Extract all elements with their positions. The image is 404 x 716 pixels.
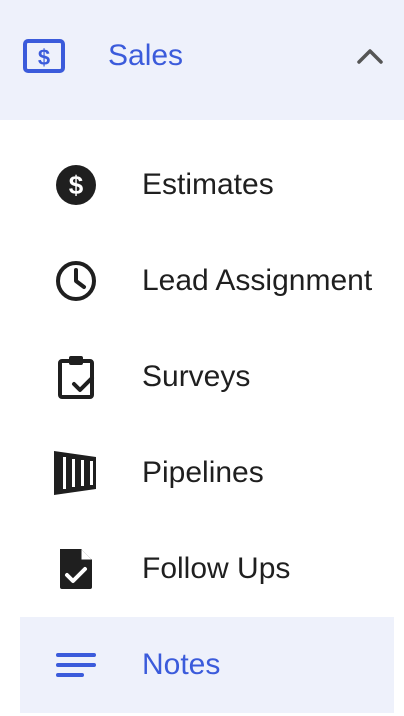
sidebar-item-label: Pipelines (142, 456, 264, 489)
sidebar-item-label: Lead Assignment (142, 264, 373, 297)
dollar-circle-icon: $ (52, 163, 100, 207)
clock-icon (52, 259, 100, 303)
sidebar-item-surveys[interactable]: Surveys (20, 329, 394, 425)
sidebar-item-follow-ups[interactable]: Follow Ups (20, 521, 394, 617)
dollar-card-icon: $ (22, 38, 66, 74)
sidebar-item-pipelines[interactable]: Pipelines (20, 425, 394, 521)
clipboard-check-icon (52, 355, 100, 399)
section-label: Sales (108, 39, 184, 72)
pipeline-funnel-icon (52, 451, 100, 495)
sidebar-item-label: Follow Ups (142, 552, 291, 585)
svg-text:$: $ (38, 45, 50, 70)
chevron-up-icon[interactable] (354, 42, 386, 70)
sales-section-header[interactable]: $ Sales (0, 0, 404, 120)
sidebar-item-label: Estimates (142, 168, 274, 201)
svg-text:$: $ (69, 170, 84, 200)
sidebar-item-estimates[interactable]: $ Estimates (20, 137, 394, 233)
sidebar-item-lead-assignment[interactable]: Lead Assignment (20, 233, 394, 329)
sidebar-item-label: Notes (142, 648, 221, 681)
sidebar-item-notes[interactable]: Notes (20, 617, 394, 713)
notes-lines-icon (52, 643, 100, 687)
sidebar-nav: $ Sales $ Estimates Lead Assignment Surv… (0, 0, 404, 716)
sidebar-item-label: Surveys (142, 360, 251, 393)
document-check-icon (52, 547, 100, 591)
